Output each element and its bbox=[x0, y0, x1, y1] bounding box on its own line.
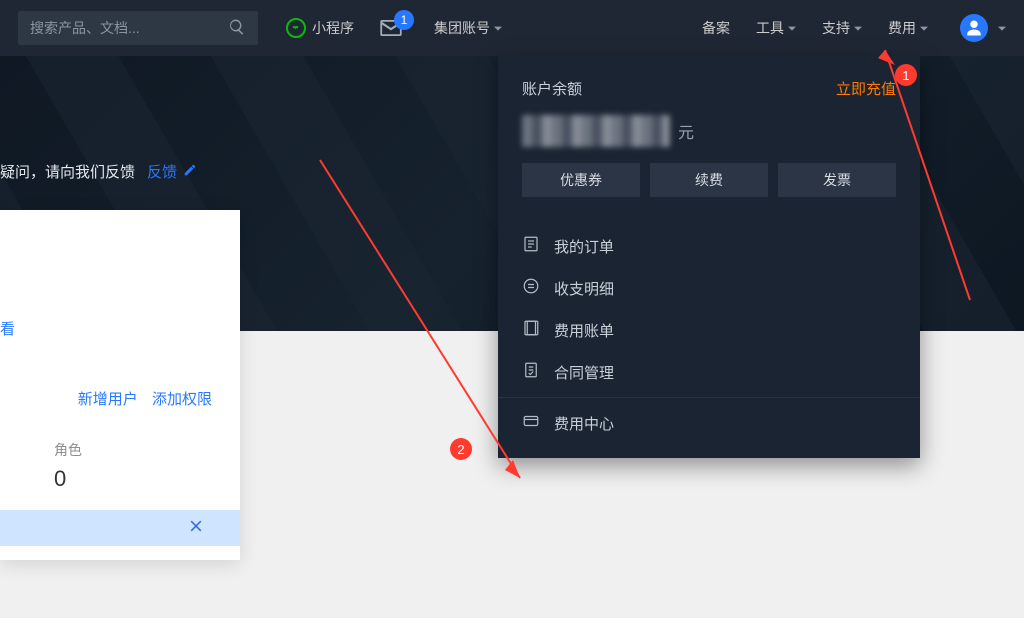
menu-contract-label: 合同管理 bbox=[554, 362, 614, 383]
avatar-icon bbox=[960, 14, 988, 42]
menu-fee-center-label: 费用中心 bbox=[554, 413, 614, 434]
nav-group-account-label: 集团账号 bbox=[434, 18, 490, 38]
menu-divider bbox=[498, 397, 920, 398]
search-icon[interactable] bbox=[228, 18, 246, 39]
nav-tools-label: 工具 bbox=[756, 18, 784, 38]
bill-icon bbox=[522, 319, 540, 341]
dropdown-button-row: 优惠券 续费 发票 bbox=[498, 163, 920, 215]
card-action-links: 新增用户 添加权限 bbox=[68, 388, 212, 409]
annotation-badge-1: 1 bbox=[895, 64, 917, 86]
btn-renew[interactable]: 续费 bbox=[650, 163, 768, 197]
nav-support[interactable]: 支持 bbox=[822, 18, 862, 38]
role-count: 0 bbox=[54, 466, 66, 492]
nav-miniprogram[interactable]: 小程序 bbox=[286, 18, 354, 38]
card-view-link[interactable]: 看 bbox=[0, 318, 15, 339]
close-icon[interactable] bbox=[188, 518, 204, 539]
caret-icon bbox=[788, 20, 796, 36]
fees-dropdown: 账户余额 立即充值 元 优惠券 续费 发票 我的订单 收支明细 费用账单 合同管… bbox=[498, 56, 920, 458]
caret-icon bbox=[854, 20, 862, 36]
nav-beian[interactable]: 备案 bbox=[702, 18, 730, 38]
balance-label: 账户余额 bbox=[522, 78, 582, 99]
nav-miniprogram-label: 小程序 bbox=[312, 18, 354, 38]
caret-icon bbox=[998, 20, 1006, 36]
balance-amount-masked bbox=[522, 115, 670, 147]
menu-bill[interactable]: 费用账单 bbox=[498, 309, 920, 351]
search-box[interactable] bbox=[18, 11, 258, 45]
caret-icon bbox=[920, 20, 928, 36]
menu-bill-label: 费用账单 bbox=[554, 320, 614, 341]
nav-fees-label: 费用 bbox=[888, 18, 916, 38]
menu-my-orders[interactable]: 我的订单 bbox=[498, 225, 920, 267]
nav-beian-label: 备案 bbox=[702, 18, 730, 38]
nav-group-account[interactable]: 集团账号 bbox=[434, 18, 502, 38]
recharge-link[interactable]: 立即充值 bbox=[836, 78, 896, 99]
side-card: 看 新增用户 添加权限 角色 0 bbox=[0, 210, 240, 560]
nav-user[interactable] bbox=[954, 14, 1006, 42]
caret-icon bbox=[494, 20, 502, 36]
feedback-prompt: 疑问，请向我们反馈 反馈 bbox=[0, 161, 197, 182]
top-nav: 小程序 1 集团账号 备案 工具 支持 费用 bbox=[0, 0, 1024, 56]
feedback-link[interactable]: 反馈 bbox=[147, 161, 177, 182]
nav-support-label: 支持 bbox=[822, 18, 850, 38]
role-label: 角色 bbox=[54, 440, 82, 460]
orders-icon bbox=[522, 235, 540, 257]
nav-fees[interactable]: 费用 bbox=[888, 18, 928, 38]
card-notice-bar bbox=[0, 510, 240, 546]
dropdown-header: 账户余额 立即充值 bbox=[498, 56, 920, 107]
search-input[interactable] bbox=[30, 20, 228, 36]
btn-invoice[interactable]: 发票 bbox=[778, 163, 896, 197]
dropdown-menu: 我的订单 收支明细 费用账单 合同管理 费用中心 bbox=[498, 215, 920, 458]
nav-mail[interactable]: 1 bbox=[380, 20, 402, 36]
mail-badge: 1 bbox=[394, 10, 414, 30]
menu-my-orders-label: 我的订单 bbox=[554, 236, 614, 257]
menu-contract[interactable]: 合同管理 bbox=[498, 351, 920, 393]
nav-tools[interactable]: 工具 bbox=[756, 18, 796, 38]
menu-transactions[interactable]: 收支明细 bbox=[498, 267, 920, 309]
btn-coupon[interactable]: 优惠券 bbox=[522, 163, 640, 197]
transactions-icon bbox=[522, 277, 540, 299]
balance-row: 元 bbox=[498, 107, 920, 163]
menu-transactions-label: 收支明细 bbox=[554, 278, 614, 299]
edit-icon[interactable] bbox=[183, 163, 197, 181]
feedback-prefix: 疑问，请向我们反馈 bbox=[0, 161, 135, 182]
menu-fee-center[interactable]: 费用中心 bbox=[498, 402, 920, 444]
annotation-badge-2: 2 bbox=[450, 438, 472, 460]
link-add-user[interactable]: 新增用户 bbox=[78, 391, 138, 408]
fee-center-icon bbox=[522, 412, 540, 434]
miniprogram-icon bbox=[286, 18, 306, 38]
contract-icon bbox=[522, 361, 540, 383]
currency-label: 元 bbox=[678, 119, 694, 143]
link-add-perm[interactable]: 添加权限 bbox=[152, 391, 212, 408]
